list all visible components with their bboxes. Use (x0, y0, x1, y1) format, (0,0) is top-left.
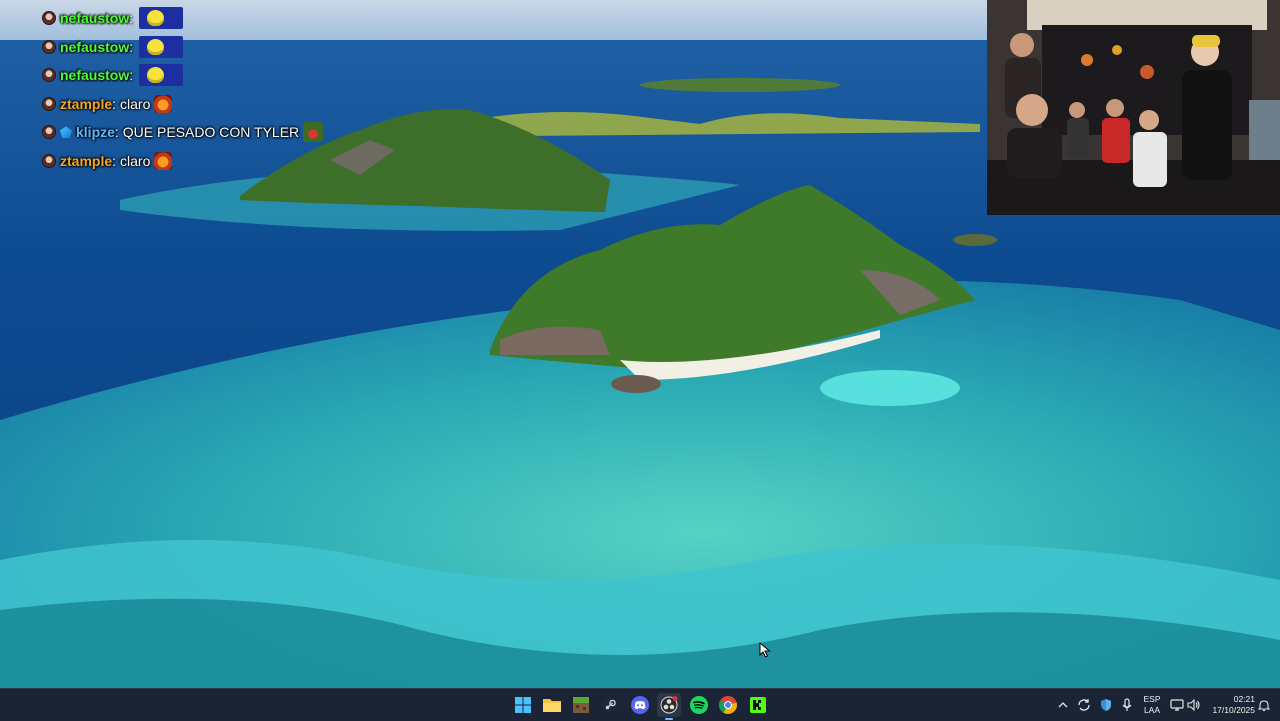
chat-message: nefaustow: (42, 61, 362, 90)
user-badge-icon (42, 39, 56, 54)
taskbar-file-explorer[interactable] (540, 693, 564, 717)
tray-microphone[interactable] (1119, 697, 1135, 713)
microphone-icon (1122, 698, 1132, 711)
user-badge-icon (42, 68, 56, 83)
clock-time: 02:21 (1233, 694, 1255, 704)
taskbar-kick[interactable] (746, 693, 770, 717)
taskbar-discord[interactable] (628, 693, 652, 717)
emote-icon (139, 7, 184, 30)
tray-volume[interactable] (1186, 697, 1202, 713)
chat-text: claro (120, 95, 151, 112)
network-icon (1170, 699, 1184, 711)
spotify-icon (690, 696, 708, 714)
chat-overlay: nefaustow: nefaustow: nefaustow: ztample… (42, 4, 362, 175)
taskbar-minecraft[interactable] (569, 693, 593, 717)
discord-icon (631, 696, 649, 714)
chrome-icon (719, 696, 737, 714)
shield-icon (1101, 699, 1111, 711)
mouse-cursor-icon (759, 642, 771, 658)
bell-icon (1258, 699, 1270, 711)
keyboard-layout: LAA (1143, 705, 1161, 715)
user-badge-icon (42, 153, 56, 168)
chat-username: klipze (76, 124, 115, 141)
chat-username: ztample (60, 152, 113, 169)
sync-icon (1078, 699, 1090, 711)
chat-message: ztample: claro (42, 90, 362, 119)
chat-message: klipze: QUE PESADO CON TYLER (42, 118, 362, 147)
chat-username: nefaustow (60, 67, 130, 84)
user-badge-icon (42, 96, 56, 111)
chat-message: nefaustow: (42, 33, 362, 62)
emote-icon (139, 64, 184, 87)
chat-username: ztample (60, 95, 113, 112)
obs-icon (660, 696, 678, 714)
emote-icon (139, 35, 184, 58)
taskbar-chrome[interactable] (716, 693, 740, 717)
taskbar-obs[interactable] (657, 693, 681, 720)
chat-colon: : (129, 38, 134, 55)
emote-icon (154, 94, 173, 113)
chat-username: nefaustow (60, 10, 130, 27)
chat-message: nefaustow: (42, 4, 362, 33)
clock-date: 17/10/2025 (1212, 705, 1255, 715)
input-language-indicator[interactable]: ESP LAA (1140, 694, 1164, 716)
chat-colon: : (112, 152, 117, 169)
chat-colon: : (114, 124, 119, 141)
tray-sync[interactable] (1076, 697, 1092, 713)
subscriber-badge-icon (60, 126, 72, 139)
chat-colon: : (129, 67, 134, 84)
tray-security[interactable] (1098, 697, 1114, 713)
taskbar-spotify[interactable] (687, 693, 711, 717)
tray-network[interactable] (1169, 697, 1185, 713)
chat-text: claro (120, 152, 151, 169)
chevron-up-icon (1058, 702, 1068, 708)
windows-start-button[interactable] (511, 693, 535, 717)
emote-icon (154, 151, 173, 170)
file-explorer-icon (543, 699, 561, 712)
taskbar-steam[interactable] (598, 693, 622, 717)
chat-username: nefaustow (60, 38, 130, 55)
user-badge-icon (42, 11, 56, 26)
taskbar: ESP LAA 02:21 17/10/2025 (0, 688, 1280, 721)
notifications-button[interactable] (1256, 697, 1272, 713)
show-hidden-icons-button[interactable] (1055, 697, 1071, 713)
webcam-feed (987, 0, 1280, 215)
emote-icon (303, 122, 324, 143)
windows-start-icon (515, 697, 531, 713)
language-code: ESP (1143, 694, 1161, 704)
kick-icon (750, 697, 766, 713)
chat-text: QUE PESADO CON TYLER (122, 124, 300, 141)
minecraft-icon (573, 697, 589, 713)
taskbar-clock[interactable]: 02:21 17/10/2025 (1203, 694, 1255, 716)
chat-colon: : (129, 10, 134, 27)
steam-icon (602, 697, 618, 713)
speaker-icon (1187, 699, 1200, 711)
chat-message: ztample: claro (42, 147, 362, 176)
webcam-scene-image (987, 0, 1280, 215)
user-badge-icon (42, 125, 56, 140)
chat-colon: : (112, 95, 117, 112)
